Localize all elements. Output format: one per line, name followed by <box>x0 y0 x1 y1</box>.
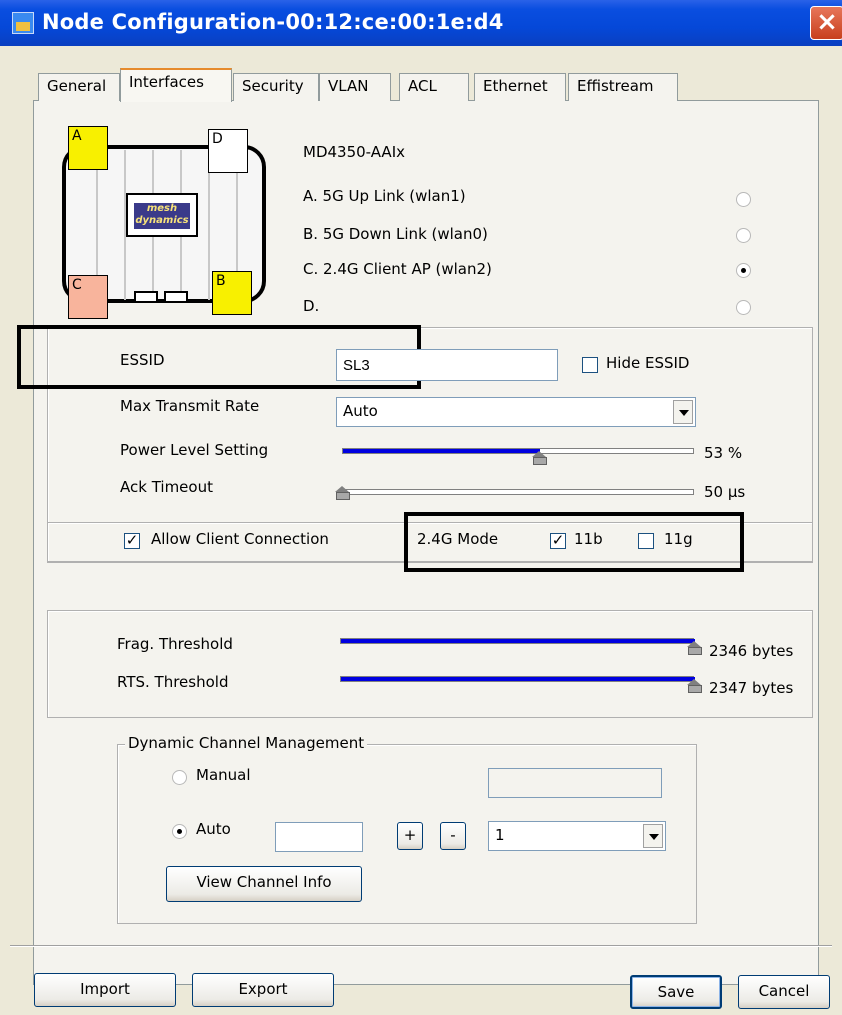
ack-timeout-slider-track[interactable] <box>342 489 694 495</box>
channel-plus-button[interactable]: + <box>397 822 423 850</box>
frag-threshold-value: 2346 bytes <box>709 642 794 660</box>
ack-timeout-label: Ack Timeout <box>120 478 213 496</box>
interface-a-label: A. 5G Up Link (wlan1) <box>303 187 466 205</box>
chevron-down-icon[interactable] <box>643 824 663 848</box>
interface-b-label: B. 5G Down Link (wlan0) <box>303 225 488 243</box>
channel-minus-button[interactable]: - <box>440 822 466 850</box>
logo-inner: mesh dynamics <box>134 203 190 229</box>
allow-client-checkbox[interactable]: ✓ <box>124 533 140 549</box>
rts-threshold-label: RTS. Threshold <box>117 673 229 691</box>
rts-threshold-slider-fill <box>341 677 695 681</box>
frag-threshold-slider-fill <box>341 639 695 643</box>
power-level-label: Power Level Setting <box>120 441 269 459</box>
tab-general[interactable]: General <box>38 73 120 101</box>
node-foot <box>134 291 158 303</box>
interface-b-radio[interactable] <box>736 228 751 243</box>
tab-effistream[interactable]: Effistream <box>568 73 678 101</box>
logo-text: mesh <box>146 203 178 214</box>
tab-interfaces[interactable]: Interfaces <box>120 68 232 102</box>
interface-a-radio[interactable] <box>736 192 751 207</box>
max-transmit-rate-label: Max Transmit Rate <box>120 397 260 415</box>
save-button[interactable]: Save <box>630 975 722 1009</box>
antenna-a: A <box>68 126 108 170</box>
allow-client-label: Allow Client Connection <box>151 530 329 548</box>
dcm-manual-radio[interactable] <box>172 770 187 785</box>
rts-threshold-slider-track[interactable] <box>340 676 695 682</box>
mode-11b-checkbox[interactable]: ✓ <box>550 533 566 549</box>
logo-text: dynamics <box>135 215 189 226</box>
tab-label: Ethernet <box>483 77 548 95</box>
frag-threshold-slider-thumb[interactable] <box>687 641 702 655</box>
tab-label: Security <box>242 77 304 95</box>
power-level-slider-track[interactable] <box>342 448 694 454</box>
dcm-manual-label: Manual <box>196 766 251 784</box>
hide-essid-checkbox[interactable] <box>582 357 598 373</box>
antenna-c: C <box>68 275 108 319</box>
tab-ethernet[interactable]: Ethernet <box>474 73 566 101</box>
frag-threshold-label: Frag. Threshold <box>117 635 233 653</box>
max-transmit-rate-value: Auto <box>343 402 378 420</box>
footer-divider <box>10 945 832 947</box>
antenna-d: D <box>208 129 248 173</box>
mode-11b-label: 11b <box>574 530 603 548</box>
power-level-value: 53 % <box>704 444 743 462</box>
node-model: MD4350-AAIx <box>303 143 405 161</box>
dcm-group-label: Dynamic Channel Management <box>125 734 368 752</box>
ack-timeout-value: 50 µs <box>704 483 746 501</box>
window-title: Node Configuration-00:12:ce:00:1e:d4 <box>42 10 504 34</box>
tab-vlan[interactable]: VLAN <box>319 73 391 101</box>
channel-select-value: 1 <box>495 826 505 844</box>
threshold-group <box>47 610 813 718</box>
export-button[interactable]: Export <box>192 973 334 1007</box>
channel-select[interactable]: 1 <box>488 821 666 851</box>
tab-label: Effistream <box>577 77 654 95</box>
tab-label: ACL <box>408 77 437 95</box>
interface-c-radio[interactable] <box>736 263 751 278</box>
essid-label: ESSID <box>120 351 165 369</box>
chevron-down-icon[interactable] <box>673 400 693 424</box>
tab-label: General <box>47 77 107 95</box>
max-transmit-rate-select[interactable]: Auto <box>336 397 696 427</box>
mode-11g-label: 11g <box>664 530 693 548</box>
rts-threshold-slider-thumb[interactable] <box>687 679 702 693</box>
dcm-manual-input[interactable] <box>488 768 662 798</box>
interface-c-label: C. 2.4G Client AP (wlan2) <box>303 260 492 278</box>
power-level-slider-fill <box>343 449 540 453</box>
close-button[interactable]: × <box>810 6 842 40</box>
mode-label: 2.4G Mode <box>417 530 499 548</box>
app-window-icon <box>12 12 34 34</box>
mesh-dynamics-logo: mesh dynamics <box>126 193 198 237</box>
essid-input[interactable] <box>336 349 558 381</box>
tab-label: VLAN <box>328 77 369 95</box>
tab-acl[interactable]: ACL <box>399 73 469 101</box>
cancel-button[interactable]: Cancel <box>738 975 830 1009</box>
hide-essid-label: Hide ESSID <box>606 354 690 372</box>
ack-timeout-slider-thumb[interactable] <box>335 486 350 500</box>
interface-d-radio[interactable] <box>736 300 751 315</box>
view-channel-info-button[interactable]: View Channel Info <box>166 866 362 902</box>
antenna-b: B <box>212 271 252 315</box>
tab-security[interactable]: Security <box>233 73 319 101</box>
interface-d-label: D. <box>303 297 320 315</box>
frag-threshold-slider-track[interactable] <box>340 638 695 644</box>
dcm-auto-radio[interactable] <box>172 824 187 839</box>
power-level-slider-thumb[interactable] <box>532 451 547 465</box>
dcm-auto-input[interactable] <box>275 822 363 852</box>
dcm-auto-label: Auto <box>196 820 231 838</box>
tab-label: Interfaces <box>129 73 204 91</box>
rts-threshold-value: 2347 bytes <box>709 679 794 697</box>
mode-11g-checkbox[interactable] <box>638 533 654 549</box>
node-foot <box>164 291 188 303</box>
import-button[interactable]: Import <box>34 973 176 1007</box>
